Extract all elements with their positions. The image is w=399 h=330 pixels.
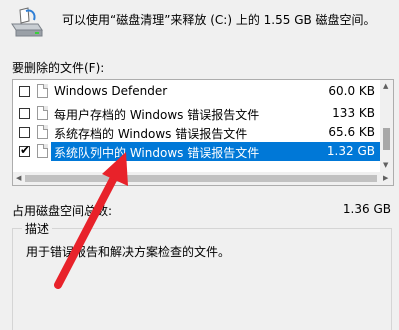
file-icon	[37, 125, 48, 139]
description-text: 用于错误报告和解决方案检查的文件。	[26, 245, 231, 259]
scroll-down-icon[interactable]: ▼	[383, 162, 388, 169]
item-size: 1.32 GB	[326, 144, 375, 158]
total-space-label: 占用磁盘空间总数:	[12, 204, 113, 218]
description-title: 描述	[22, 220, 53, 237]
item-size: 65.6 KB	[328, 125, 375, 139]
vertical-scrollbar[interactable]: ▲ ▼	[380, 80, 393, 172]
item-size: 60.0 KB	[328, 84, 375, 98]
checkmark-icon: ✔	[20, 143, 31, 157]
file-icon	[37, 106, 48, 120]
item-checkbox[interactable]	[19, 108, 30, 119]
header-text: 可以使用“磁盘清理”来释放 (C:) 上的 1.55 GB 磁盘空间。	[62, 13, 376, 27]
files-to-delete-label: 要删除的文件(F):	[12, 61, 105, 75]
item-checkbox[interactable]	[19, 127, 30, 138]
item-name: Windows Defender	[54, 84, 168, 98]
vertical-scroll-thumb[interactable]	[383, 128, 390, 150]
item-checkbox-checked[interactable]: ✔	[19, 143, 31, 157]
item-name: 每用户存档的 Windows 错误报告文件	[54, 108, 260, 122]
scroll-left-icon[interactable]: ◀	[16, 175, 21, 182]
file-icon	[37, 144, 48, 158]
item-checkbox[interactable]	[19, 86, 30, 97]
item-name: 系统队列中的 Windows 错误报告文件	[54, 146, 260, 160]
file-icon	[37, 84, 48, 98]
list-item-selected[interactable]: ✔ 系统队列中的 Windows 错误报告文件 1.32 GB	[13, 142, 381, 161]
total-space-value: 1.36 GB	[342, 202, 391, 216]
scroll-up-icon[interactable]: ▲	[383, 83, 388, 90]
drive-cleanup-icon	[11, 7, 43, 37]
files-listbox[interactable]: Windows Defender 60.0 KB 每用户存档的 Windows …	[12, 79, 394, 186]
horizontal-scroll-thumb[interactable]	[25, 175, 377, 182]
list-item[interactable]: 每用户存档的 Windows 错误报告文件 133 KB	[13, 104, 381, 123]
list-item[interactable]: Windows Defender 60.0 KB	[13, 82, 381, 101]
item-size: 133 KB	[332, 106, 375, 120]
list-item[interactable]: 系统存档的 Windows 错误报告文件 65.6 KB	[13, 123, 381, 142]
scroll-right-icon[interactable]: ▶	[383, 175, 388, 182]
horizontal-scrollbar[interactable]: ◀ ▶	[13, 172, 393, 185]
item-name: 系统存档的 Windows 错误报告文件	[54, 127, 248, 141]
